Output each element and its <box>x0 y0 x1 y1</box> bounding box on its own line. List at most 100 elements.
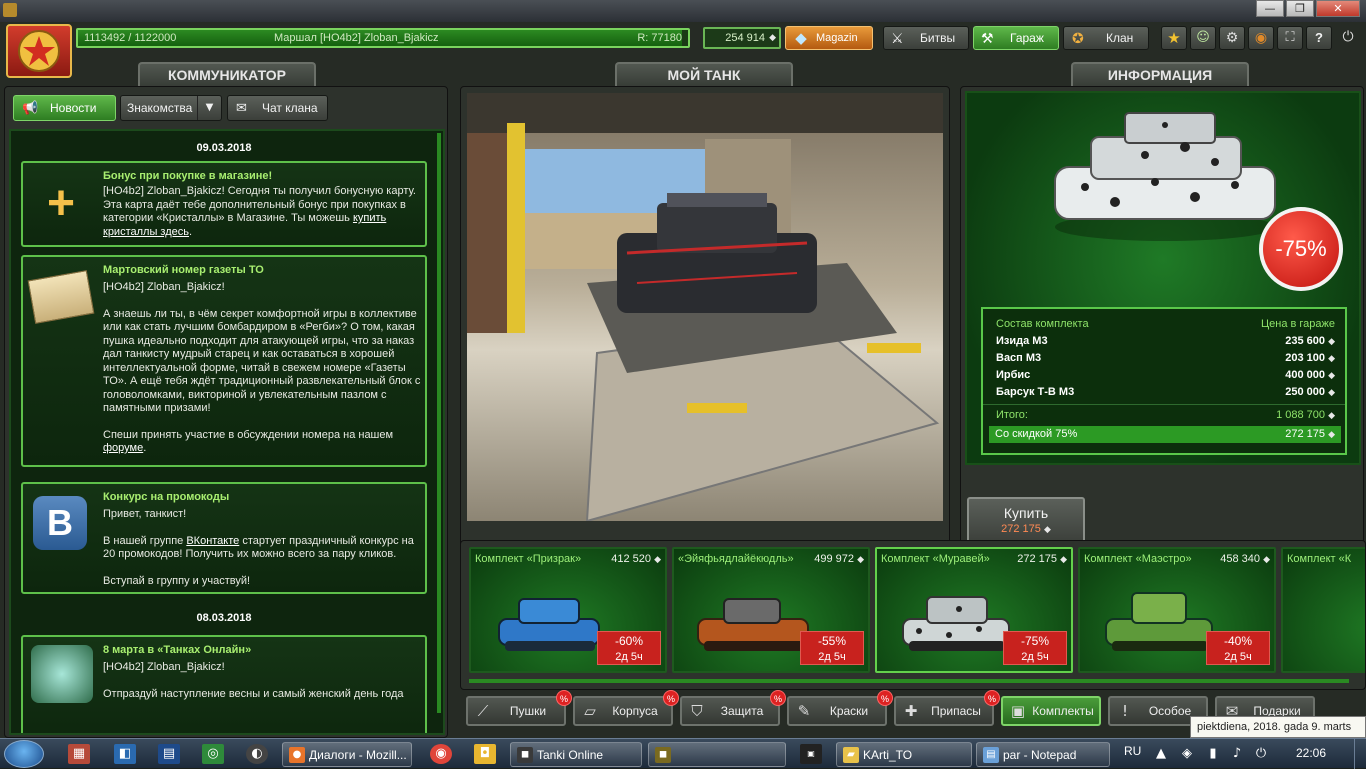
hull-icon: ▱ <box>584 702 596 720</box>
category-paints-button[interactable]: ✎ Краски% <box>787 690 893 726</box>
buy-button[interactable]: Купить 272 175 ◆ <box>967 497 1085 545</box>
pinned-app-icon[interactable]: ◎ <box>202 744 224 764</box>
volume-icon[interactable]: ♪ <box>1226 744 1248 764</box>
kit-name: Комплект «К <box>1287 553 1352 565</box>
vk-link[interactable]: ВКонтакте <box>186 535 239 547</box>
taskbar-notepad[interactable]: ▤ par - Notepad <box>976 742 1110 767</box>
language-indicator[interactable]: RU <box>1124 744 1141 758</box>
friends-button[interactable]: ☺ <box>1190 26 1216 50</box>
category-hulls-button[interactable]: ▱ Корпуса% <box>573 690 679 726</box>
sale-badge-icon: % <box>770 690 786 706</box>
battles-button[interactable]: ⚔ Битвы <box>883 26 969 50</box>
game-window: 1113492 / 1122000 Маршал [НО4b2] Zloban_… <box>0 22 1366 738</box>
tray-arrow-icon[interactable]: ▲ <box>1150 744 1172 764</box>
kit-name: Комплект «Маэстро» <box>1084 553 1192 565</box>
pinned-app-icon[interactable]: ▤ <box>158 744 180 764</box>
crystal-balance: 254 914 ◆ <box>703 27 781 49</box>
favorites-button[interactable]: ★ <box>1161 26 1187 50</box>
news-title: 8 марта в «Танках Онлайн» <box>103 644 252 656</box>
category-kits-button[interactable]: ▣ Комплекты <box>1001 696 1101 726</box>
tab-acquaintances[interactable]: Знакомства ▼ <box>120 95 222 121</box>
tray-app-icon[interactable]: ◈ <box>1176 744 1198 764</box>
pinned-app-icon[interactable]: ◧ <box>114 744 136 764</box>
clan-button[interactable]: ✪ Клан <box>1063 26 1149 50</box>
news-scrollbar[interactable] <box>437 133 441 713</box>
kit-card-eyjafjallajokull[interactable]: «Эйяфьядлайёкюдль» 499 972 ◆ -55% 2д 5ч <box>672 547 870 673</box>
kit-item-row: Изида М3 235 600 ◆ <box>996 335 1335 347</box>
maximize-button[interactable]: ❐ <box>1286 0 1314 17</box>
kit-discount-badge: -55% 2д 5ч <box>800 631 864 665</box>
settings-button[interactable]: ⚙ <box>1219 26 1245 50</box>
news-feed: 09.03.2018 + Бонус при покупке в магазин… <box>9 129 445 735</box>
crystal-icon: ◆ <box>654 555 661 565</box>
paintbrush-icon: ✎ <box>797 702 811 720</box>
taskbar-tanki-online[interactable]: ◼ Tanki Online <box>510 742 642 767</box>
kit-tank-image <box>498 598 600 651</box>
kit-discount-badge: -60% 2д 5ч <box>597 631 661 665</box>
crystal-balance-value: 254 914 <box>725 32 765 44</box>
help-button[interactable]: ? <box>1306 26 1332 50</box>
communicator-panel: 📢 Новости Знакомства ▼ ✉ Чат клана 09.03… <box>4 86 448 738</box>
exit-button[interactable]: ⏻ <box>1336 26 1360 50</box>
kit-name: Комплект «Призрак» <box>475 553 582 565</box>
pinned-app-icon[interactable]: ▦ <box>68 744 90 764</box>
kit-price: 499 972 ◆ <box>814 553 864 565</box>
tab-clan-chat[interactable]: ✉ Чат клана <box>227 95 328 121</box>
kit-card-muravey[interactable]: Комплект «Муравей» 272 175 ◆ -75% 2д 5ч <box>875 547 1073 673</box>
chrome-icon[interactable]: ◉ <box>430 744 452 764</box>
shop-button[interactable]: ◆ Magazin <box>785 26 873 50</box>
kit-card-prizrak[interactable]: Комплект «Призрак» 412 520 ◆ -60% 2д 5ч <box>469 547 667 673</box>
kit-price: 458 340 ◆ <box>1220 553 1270 565</box>
gear-icon: ⚙ <box>1225 30 1239 46</box>
garage-3d-view[interactable] <box>467 93 943 521</box>
category-protection-button[interactable]: ⛉ Защита% <box>680 690 786 726</box>
kit-card-partial[interactable]: Комплект «К <box>1281 547 1365 673</box>
tab-news[interactable]: 📢 Новости <box>13 95 116 121</box>
kits-scrollbar[interactable] <box>469 679 1349 683</box>
kit-box-icon: ▣ <box>1010 702 1026 720</box>
taskbar-clock[interactable]: 22:06 <box>1296 746 1326 760</box>
crystal-icon: ◆ <box>1043 525 1051 535</box>
taskbar-firefox[interactable]: ● Диалоги - Mozill... <box>282 742 412 767</box>
app-icon <box>3 3 17 17</box>
crystal-icon: ◆ <box>857 555 864 565</box>
garage-button[interactable]: ⚒ Гараж <box>973 26 1059 50</box>
news-greeting: [НО4b2] Zloban_Bjakicz! <box>103 661 225 673</box>
kit-card-maestro[interactable]: Комплект «Маэстро» 458 340 ◆ -40% 2д 5ч <box>1078 547 1276 673</box>
crystal-icon: ◆ <box>769 33 776 43</box>
news-body: Отпраздуй наступление весны и самый женс… <box>103 687 404 700</box>
crossed-swords-icon: ⚔ <box>891 31 904 47</box>
taskbar-tanki-window2[interactable]: ◼ <box>648 742 786 767</box>
logo-app-icon[interactable]: ▣ <box>800 744 822 764</box>
sale-badge-icon: % <box>663 690 679 706</box>
category-guns-button[interactable]: ⟋ Пушки% <box>466 690 572 726</box>
taskbar-karti-folder[interactable]: ▰ KArti_TO <box>836 742 972 767</box>
news-footer: Вступай в группу и участвуй! <box>103 574 251 587</box>
news-card-bonus: + Бонус при покупке в магазине! [НО4b2] … <box>21 161 427 247</box>
notepad-icon: ▤ <box>983 747 999 763</box>
network-icon[interactable]: ▮ <box>1202 744 1224 764</box>
kit-tank-image <box>902 596 1010 651</box>
category-supplies-button[interactable]: ✚ Припасы% <box>894 690 1000 726</box>
information-title: ИНФОРМАЦИЯ <box>1071 62 1249 88</box>
crystal-shop-icon: ◆ <box>795 29 807 47</box>
my-tank-title: МОЙ ТАНК <box>615 62 793 88</box>
power-tray-icon[interactable]: ⏻ <box>1250 744 1272 764</box>
minimize-button[interactable]: — <box>1256 0 1284 17</box>
news-card-march8: 8 марта в «Танках Онлайн» [НО4b2] Zloban… <box>21 635 427 733</box>
sound-button[interactable]: ◉ <box>1248 26 1274 50</box>
crystal-icon: ◆ <box>1263 555 1270 565</box>
chevron-down-icon[interactable]: ▼ <box>197 96 221 120</box>
rank-emblem-icon[interactable] <box>6 24 72 78</box>
start-button[interactable] <box>4 740 44 768</box>
pinned-app-icon[interactable]: ◐ <box>246 744 268 764</box>
pinned-app-icon[interactable]: ◘ <box>474 744 496 764</box>
show-desktop-button[interactable] <box>1354 739 1366 769</box>
kit-item-row: Васп М3 203 100 ◆ <box>996 352 1335 364</box>
close-window-button[interactable]: ✕ <box>1316 0 1360 17</box>
forum-link[interactable]: форуме <box>103 442 143 454</box>
fullscreen-button[interactable]: ⛶ <box>1277 26 1303 50</box>
kit-discount-badge: -75% 2д 5ч <box>1003 631 1067 665</box>
crystal-icon: ◆ <box>1328 411 1335 421</box>
kit-tank-image <box>697 598 809 651</box>
